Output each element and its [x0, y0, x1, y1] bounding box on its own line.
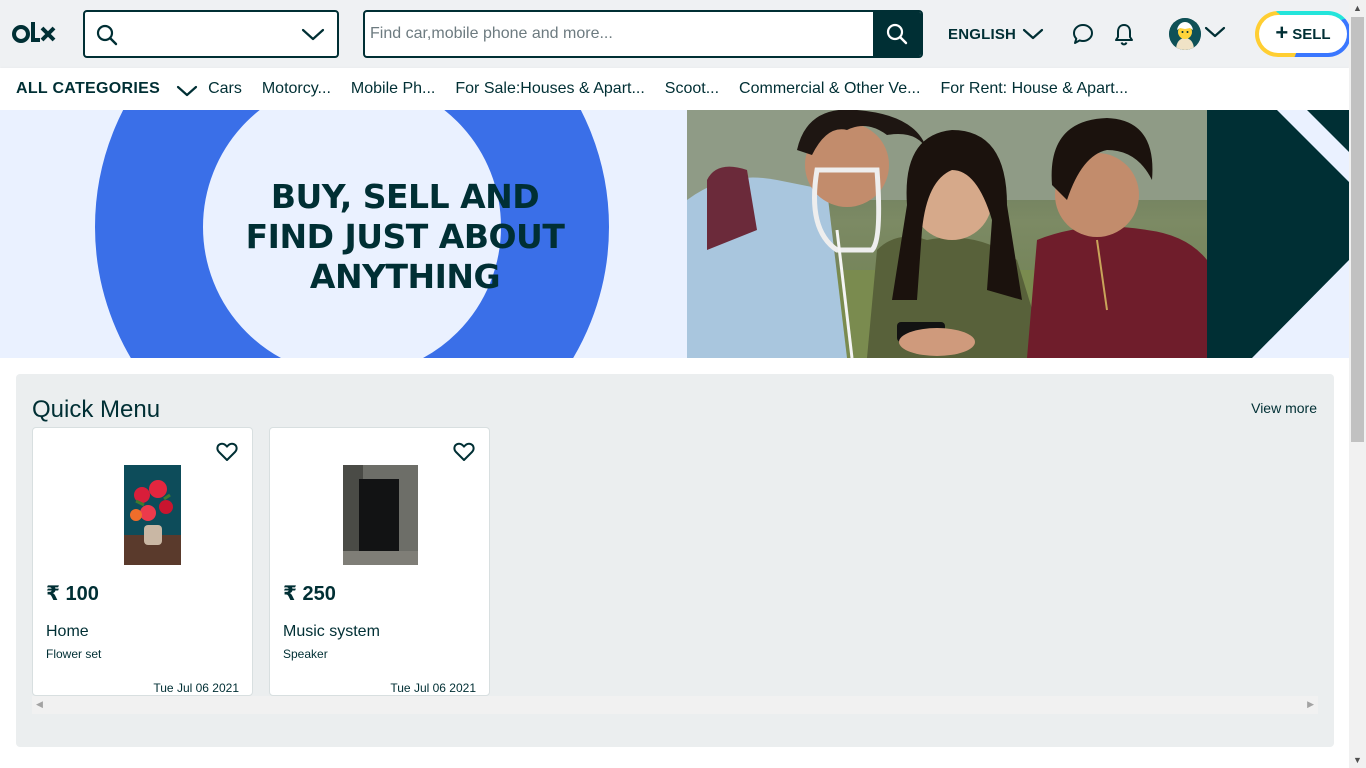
header: ENGLISH + SELL [0, 0, 1351, 68]
heart-icon[interactable] [216, 442, 238, 462]
listing-card[interactable]: ₹ 100 Home Flower set Tue Jul 06 2021 [32, 427, 253, 696]
listing-category: Home [46, 623, 89, 640]
category-link-houses-sale[interactable]: For Sale:Houses & Apart... [455, 80, 644, 98]
category-link-houses-rent[interactable]: For Rent: House & Apart... [940, 80, 1128, 98]
scrollbar-thumb[interactable] [1351, 17, 1364, 442]
hero-banner[interactable]: BUY, SELL AND FIND JUST ABOUT ANYTHING [0, 110, 1349, 358]
location-selector[interactable] [83, 10, 339, 58]
category-link-cars[interactable]: Cars [208, 80, 242, 98]
listing-date: Tue Jul 06 2021 [153, 681, 239, 695]
category-link-commercial-vehicles[interactable]: Commercial & Other Ve... [739, 80, 920, 98]
sell-button-inner: + SELL [1259, 15, 1347, 53]
category-link-mobile-phones[interactable]: Mobile Ph... [351, 80, 435, 98]
listing-card[interactable]: ₹ 250 Music system Speaker Tue Jul 06 20… [269, 427, 490, 696]
chevron-down-icon[interactable] [176, 83, 198, 99]
category-link-motorcycles[interactable]: Motorcy... [262, 80, 331, 98]
listing-title: Flower set [46, 647, 102, 661]
scroll-up-arrow-icon[interactable]: ▲ [1353, 3, 1362, 13]
listing-price: ₹ 250 [283, 583, 336, 605]
scroll-right-arrow-icon[interactable]: ▶ [1307, 699, 1314, 710]
all-categories-button[interactable]: ALL CATEGORIES [16, 80, 160, 98]
avatar[interactable] [1169, 18, 1201, 50]
banner-text-panel: BUY, SELL AND FIND JUST ABOUT ANYTHING [0, 110, 687, 358]
chevron-down-icon[interactable] [1204, 24, 1226, 40]
banner-photo [687, 110, 1207, 358]
heart-icon[interactable] [453, 442, 475, 462]
chevron-down-icon[interactable] [301, 24, 325, 44]
search-input[interactable] [365, 12, 873, 56]
quick-menu-section: Quick Menu View more ₹ 100 Home Flower s… [16, 374, 1334, 747]
section-title: Quick Menu [32, 396, 161, 423]
olx-logo[interactable] [12, 20, 58, 48]
search-bar [363, 10, 923, 58]
chat-icon[interactable] [1071, 22, 1095, 46]
banner-decoration [1207, 110, 1349, 358]
user-avatar-icon [1169, 18, 1201, 50]
listing-thumbnail [343, 465, 418, 565]
scroll-left-arrow-icon[interactable]: ◀ [36, 699, 43, 710]
scroll-down-arrow-icon[interactable]: ▼ [1353, 755, 1362, 765]
listing-price: ₹ 100 [46, 583, 99, 605]
listing-thumbnail [124, 465, 181, 565]
sell-button[interactable]: + SELL [1255, 11, 1351, 57]
chevron-down-icon [1022, 28, 1044, 40]
people-photo-illustration [687, 110, 1207, 358]
banner-headline: BUY, SELL AND FIND JUST ABOUT ANYTHING [203, 177, 607, 297]
banner-headline-line: BUY, SELL AND [270, 177, 540, 216]
sell-label: SELL [1292, 25, 1331, 43]
language-selector[interactable]: ENGLISH [948, 22, 1044, 46]
page-scrollbar[interactable]: ▲ ▼ [1349, 0, 1366, 768]
search-button[interactable] [873, 12, 921, 56]
plus-icon: + [1275, 19, 1289, 45]
search-icon [886, 23, 908, 45]
listing-title: Speaker [283, 647, 328, 661]
listing-category: Music system [283, 623, 380, 640]
banner-headline-line: ANYTHING [309, 257, 501, 296]
category-bar: ALL CATEGORIES Cars Motorcy... Mobile Ph… [0, 68, 1349, 110]
view-more-link[interactable]: View more [1251, 400, 1317, 416]
stripe-graphic [1207, 110, 1349, 358]
bell-icon[interactable] [1113, 22, 1135, 46]
category-link-scooters[interactable]: Scoot... [665, 80, 719, 98]
listing-date: Tue Jul 06 2021 [390, 681, 476, 695]
horizontal-scrollbar[interactable]: ◀ ▶ [32, 696, 1318, 714]
search-icon [96, 24, 118, 46]
banner-headline-line: FIND JUST ABOUT [245, 217, 565, 256]
language-label: ENGLISH [948, 25, 1017, 43]
